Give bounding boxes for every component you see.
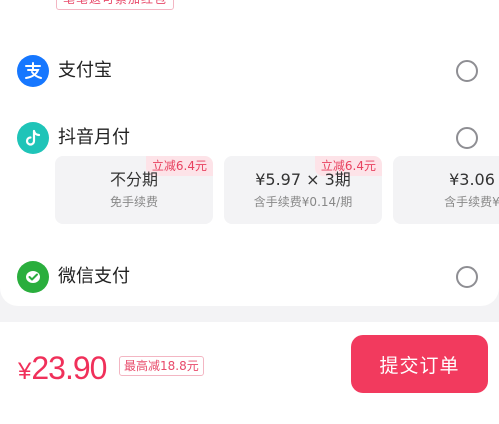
wechat-pay-icon xyxy=(17,261,49,293)
plan-title: ¥5.97 × 3期 xyxy=(255,170,351,189)
submit-order-button[interactable]: 提交订单 xyxy=(351,335,488,393)
alipay-icon xyxy=(17,55,49,87)
payment-methods-card: 笔笔返可累加红包 支付宝 抖音月付 立减6.4元 不分期 免手续费 立减6.4元… xyxy=(0,0,499,306)
douyin-monthly-radio[interactable] xyxy=(456,127,478,149)
installment-plan-none[interactable]: 立减6.4元 不分期 免手续费 xyxy=(55,156,213,224)
plan-title: 不分期 xyxy=(109,170,158,189)
installment-plans: 立减6.4元 不分期 免手续费 立减6.4元 ¥5.97 × 3期 含手续费¥0… xyxy=(0,156,499,224)
plan-fee: 含手续费¥ xyxy=(444,195,499,209)
checkout-footer: ¥23.90 最高减18.8元 提交订单 xyxy=(0,322,499,424)
payment-option-wechat[interactable]: 微信支付 xyxy=(0,255,499,303)
payment-option-label: 微信支付 xyxy=(58,266,130,287)
plan-title: ¥3.06 xyxy=(449,170,495,189)
douyin-icon xyxy=(17,122,49,154)
payment-option-alipay[interactable]: 支付宝 xyxy=(0,49,499,97)
max-discount-tag: 最高减18.8元 xyxy=(119,356,204,376)
plan-fee: 免手续费 xyxy=(109,195,158,209)
cashback-tag: 笔笔返可累加红包 xyxy=(56,0,175,10)
price-amount: 23.90 xyxy=(31,350,107,386)
installment-plan-6[interactable]: ¥3.06 含手续费¥ xyxy=(393,156,499,224)
alipay-radio[interactable] xyxy=(456,60,478,82)
total-price: ¥23.90 xyxy=(18,348,107,395)
wechat-pay-radio[interactable] xyxy=(456,266,478,288)
installment-plan-3[interactable]: 立减6.4元 ¥5.97 × 3期 含手续费¥0.14/期 xyxy=(224,156,382,224)
currency-symbol: ¥ xyxy=(18,358,32,385)
payment-option-label: 支付宝 xyxy=(58,60,112,81)
payment-option-label: 抖音月付 xyxy=(58,127,130,148)
plan-fee: 含手续费¥0.14/期 xyxy=(253,195,353,209)
